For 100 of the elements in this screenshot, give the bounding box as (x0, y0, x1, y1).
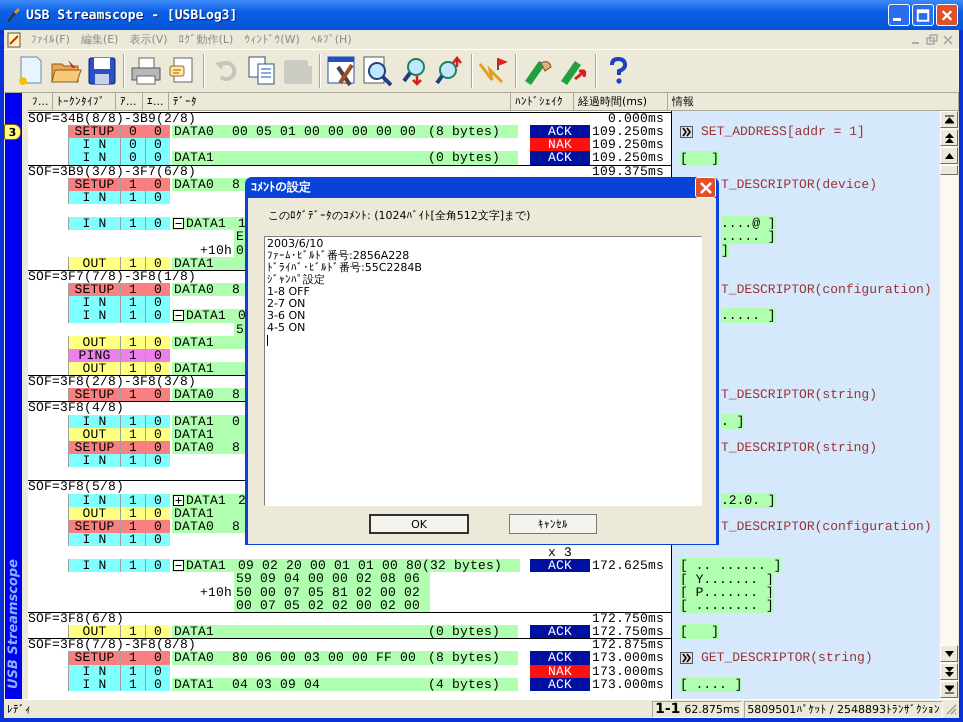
column-header[interactable]: ﾌ... (28, 93, 53, 111)
pid-label: DATA1 (174, 362, 216, 376)
request-label: T_DESCRIPTOR(string) (721, 440, 878, 455)
endpoint-cell: 0 (145, 678, 170, 691)
column-header[interactable]: 経過時間(ms) (574, 93, 668, 111)
endpoint-cell: 0 (145, 454, 170, 468)
address-cell: 1 (120, 388, 145, 402)
address-cell: 1 (120, 178, 145, 191)
document-icon (6, 32, 22, 48)
data-bytes: 80 06 00 03 00 00 FF 00 (232, 651, 416, 665)
pid-label: DATA1 (186, 309, 228, 322)
double-up-icon (944, 132, 954, 142)
address-cell: 1 (120, 190, 145, 204)
bookmark-tag[interactable]: 3 (4, 124, 21, 140)
endpoint-cell: 0 (145, 440, 170, 454)
minimize-icon (893, 18, 901, 21)
token-cell: OUT (68, 336, 120, 349)
address-cell: 0 (120, 125, 145, 138)
byte-count: (8 bytes) (428, 651, 500, 665)
scroll-top-button[interactable] (940, 111, 958, 128)
address-cell: 0 (120, 151, 145, 165)
byte-count: (8 bytes) (428, 125, 500, 138)
cancel-button[interactable]: ｷｬﾝｾﾙ (509, 514, 597, 534)
search-up-icon (435, 56, 465, 86)
scroll-bottom-button[interactable] (940, 681, 958, 698)
address-cell: 1 (120, 296, 145, 310)
address-cell: 1 (120, 428, 145, 441)
address-cell: 1 (120, 283, 145, 296)
search-icon (362, 55, 394, 87)
elapsed-time: 172.750ms (592, 612, 664, 626)
column-header[interactable]: 情報 (668, 93, 959, 111)
address-cell: 1 (120, 362, 145, 376)
minimize-button[interactable] (888, 4, 910, 26)
close-icon (698, 180, 712, 194)
page-up-button[interactable] (940, 129, 958, 146)
address-cell: 1 (120, 664, 145, 678)
expand-icon[interactable] (173, 494, 184, 506)
address-cell: 1 (120, 217, 145, 230)
address-cell: 1 (120, 651, 145, 665)
handshake-badge: ACK (530, 651, 590, 665)
ok-button[interactable]: OK (369, 514, 469, 534)
collapse-icon[interactable] (173, 310, 184, 322)
token-cell: OUT (68, 362, 120, 376)
scrollbar[interactable] (940, 111, 958, 699)
chevron-icon[interactable] (680, 652, 693, 664)
column-header[interactable]: ﾊﾝﾄﾞｼｪｲｸ (511, 93, 574, 111)
elapsed-time: 109.250ms (590, 138, 665, 152)
address-cell: 1 (120, 678, 145, 691)
repeat-count: x 3 (546, 546, 573, 560)
frame-label: SOF=3F8(6/8) (28, 612, 124, 626)
elapsed-label: 62.875ms (684, 702, 740, 716)
collapse-icon[interactable] (173, 218, 184, 230)
column-header[interactable]: ﾃﾞｰﾀ (169, 93, 511, 111)
close-button[interactable] (695, 177, 716, 198)
resize-grip-icon[interactable] (945, 703, 957, 715)
data-bytes: 8 (232, 388, 240, 402)
scroll-down-button[interactable] (940, 645, 958, 662)
endpoint-cell: 0 (145, 533, 170, 546)
request-label: T_DESCRIPTOR(configuration) (721, 282, 932, 298)
collapse-icon[interactable] (173, 560, 184, 572)
ascii-dump: [ ] (680, 624, 720, 640)
elapsed-time: 109.375ms (592, 166, 664, 178)
comment-field[interactable]: 2003/6/10 ﾌｧｰﾑ･ﾋﾞﾙﾄﾞ番号:2856A228 ﾄﾞﾗｲﾊﾞ･ﾋﾞﾙﾄﾞ番号:55C2284B ｼﾞｬﾝﾊﾟ設定 1-8 OFF 2-7 ON 3-6 ON 4-5 ON (264, 236, 702, 506)
maximize-button[interactable] (912, 4, 934, 26)
field-label: このﾛｸﾞﾃﾞｰﾀのｺﾒﾝﾄ: (1024ﾊﾞｲﾄ[全角512文字]まで) (268, 208, 532, 224)
elapsed-time: 173.000ms (590, 664, 665, 678)
endpoint-cell: 0 (145, 651, 170, 665)
address-cell: 1 (120, 414, 145, 428)
data-bytes: 59 09 04 00 00 02 08 06 (234, 572, 430, 586)
token-cell: I N (68, 217, 120, 230)
token-cell: SETUP (68, 520, 120, 533)
token-cell: OUT (68, 625, 120, 638)
scroll-thumb[interactable] (940, 165, 958, 175)
page-down-button[interactable] (940, 663, 958, 680)
pid-label: DATA1 (174, 625, 216, 638)
token-cell: PING (68, 348, 120, 362)
count-label: 5809501ﾊﾟｹｯﾄ / 2548893ﾄﾗﾝｻﾞｸｼｮﾝ (744, 700, 943, 718)
pid-label: DATA1 (174, 414, 216, 428)
address-cell: 0 (120, 138, 145, 152)
token-cell: I N (68, 190, 120, 204)
chevron-icon[interactable] (680, 126, 693, 138)
elapsed-time: 173.000ms (590, 678, 665, 691)
scroll-up-button[interactable] (940, 147, 958, 164)
close-button[interactable] (936, 4, 958, 26)
column-header[interactable]: ﾄｰｸﾝﾀｲﾌﾟ (53, 93, 116, 111)
column-header[interactable]: ｱ... (116, 93, 143, 111)
endpoint-cell: 0 (145, 336, 170, 349)
frame-label: SOF=3F8(7/8)-3F8(8/8) (28, 639, 196, 652)
address-cell: 1 (120, 533, 145, 546)
pid-label: DATA0 (174, 178, 216, 191)
endpoint-cell: 0 (145, 190, 170, 204)
token-cell: I N (68, 296, 120, 310)
down-icon (944, 650, 954, 656)
endpoint-cell: 0 (145, 138, 170, 152)
endpoint-cell: 0 (145, 520, 170, 533)
help-icon (608, 57, 628, 85)
address-cell: 1 (120, 506, 145, 520)
endpoint-cell: 0 (145, 494, 170, 507)
column-header[interactable]: ｴ... (143, 93, 169, 111)
token-cell: I N (68, 414, 120, 428)
